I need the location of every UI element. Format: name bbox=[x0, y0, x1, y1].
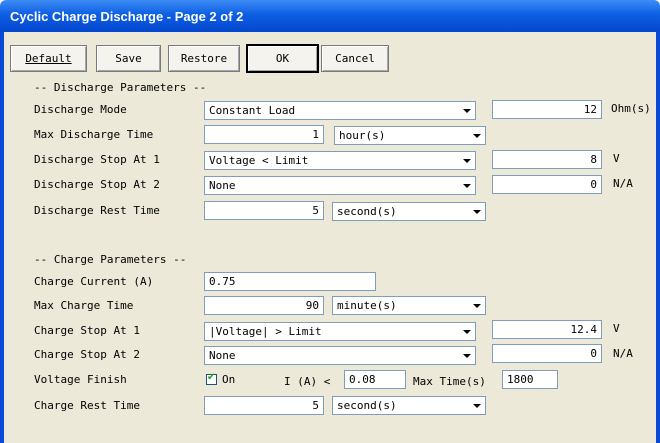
restore-button[interactable]: Restore bbox=[168, 45, 240, 72]
charge-stop1-select[interactable]: |Voltage| > Limit bbox=[204, 322, 476, 341]
charge-rest-unit-select[interactable]: second(s) bbox=[332, 396, 486, 415]
charge-rest-unit-value: second(s) bbox=[337, 399, 397, 412]
ok-button[interactable]: OK bbox=[247, 45, 318, 72]
finish-current-label: I (A) < bbox=[284, 375, 331, 388]
charge-current-label: Charge Current (A) bbox=[34, 275, 154, 288]
charge-stop1-unit: V bbox=[613, 322, 620, 335]
discharge-mode-param-input[interactable]: 12 bbox=[492, 100, 602, 119]
save-label: Save bbox=[115, 52, 142, 65]
charge-rest-time-label: Charge Rest Time bbox=[34, 399, 140, 412]
finish-current-input[interactable]: 0.08 bbox=[344, 370, 406, 389]
window-title: Cyclic Charge Discharge - Page 2 of 2 bbox=[10, 9, 244, 24]
discharge-stop1-value: Voltage < Limit bbox=[209, 154, 309, 167]
dropdown-arrow-icon[interactable] bbox=[459, 103, 474, 118]
discharge-stop1-unit: V bbox=[613, 152, 620, 165]
max-charge-time-input[interactable]: 90 bbox=[204, 296, 324, 315]
charge-current-input[interactable]: 0.75 bbox=[204, 272, 376, 291]
voltage-finish-checkbox-label: On bbox=[222, 373, 236, 386]
restore-label: Restore bbox=[180, 52, 228, 65]
discharge-stop2-unit: N/A bbox=[613, 177, 633, 190]
title-bar: Cyclic Charge Discharge - Page 2 of 2 bbox=[0, 0, 660, 32]
finish-max-time-input[interactable]: 1800 bbox=[502, 370, 558, 389]
discharge-rest-unit-value: second(s) bbox=[337, 205, 397, 218]
voltage-finish-label: Voltage Finish bbox=[34, 373, 127, 386]
max-charge-time-unit-select[interactable]: minute(s) bbox=[332, 296, 486, 315]
finish-max-time-label: Max Time(s) bbox=[413, 375, 486, 388]
discharge-stop2-select[interactable]: None bbox=[204, 176, 476, 195]
max-discharge-time-unit-select[interactable]: hour(s) bbox=[334, 126, 486, 145]
charge-stop1-param-input[interactable]: 12.4 bbox=[492, 320, 602, 339]
dropdown-arrow-icon[interactable] bbox=[459, 153, 474, 168]
dropdown-arrow-icon[interactable] bbox=[469, 398, 484, 413]
discharge-stop1-select[interactable]: Voltage < Limit bbox=[204, 151, 476, 170]
charge-stop1-label: Charge Stop At 1 bbox=[34, 324, 140, 337]
discharge-stop2-param-input[interactable]: 0 bbox=[492, 175, 602, 194]
discharge-stop2-label: Discharge Stop At 2 bbox=[34, 178, 160, 191]
charge-section-header: -- Charge Parameters -- bbox=[34, 253, 187, 266]
dropdown-arrow-icon[interactable] bbox=[459, 324, 474, 339]
discharge-rest-time-label: Discharge Rest Time bbox=[34, 204, 160, 217]
discharge-mode-label: Discharge Mode bbox=[34, 103, 127, 116]
discharge-mode-unit: Ohm(s) bbox=[611, 102, 651, 115]
charge-stop1-value: |Voltage| > Limit bbox=[209, 325, 322, 338]
charge-stop2-param-input[interactable]: 0 bbox=[492, 344, 602, 363]
default-button[interactable]: Default bbox=[10, 45, 87, 72]
max-discharge-time-unit-value: hour(s) bbox=[339, 129, 386, 142]
cancel-label: Cancel bbox=[335, 52, 375, 65]
dropdown-arrow-icon[interactable] bbox=[469, 128, 484, 143]
dropdown-arrow-icon[interactable] bbox=[469, 298, 484, 313]
discharge-mode-value: Constant Load bbox=[209, 104, 296, 117]
default-label: Default bbox=[25, 52, 72, 65]
ok-label: OK bbox=[275, 52, 290, 65]
charge-stop2-label: Charge Stop At 2 bbox=[34, 348, 140, 361]
discharge-stop1-label: Discharge Stop At 1 bbox=[34, 153, 160, 166]
dialog-window: Cyclic Charge Discharge - Page 2 of 2 De… bbox=[0, 0, 660, 443]
max-charge-time-unit-value: minute(s) bbox=[337, 299, 397, 312]
charge-stop2-value: None bbox=[209, 349, 236, 362]
discharge-rest-unit-select[interactable]: second(s) bbox=[332, 202, 486, 221]
discharge-mode-select[interactable]: Constant Load bbox=[204, 101, 476, 120]
max-charge-time-label: Max Charge Time bbox=[34, 299, 134, 312]
cancel-button[interactable]: Cancel bbox=[321, 45, 389, 72]
voltage-finish-checkbox[interactable] bbox=[206, 372, 217, 385]
discharge-stop2-value: None bbox=[209, 179, 236, 192]
charge-stop2-select[interactable]: None bbox=[204, 346, 476, 365]
dropdown-arrow-icon[interactable] bbox=[459, 178, 474, 193]
window-frame-right bbox=[656, 32, 660, 443]
dropdown-arrow-icon[interactable] bbox=[459, 348, 474, 363]
charge-stop2-unit: N/A bbox=[613, 347, 633, 360]
charge-rest-time-input[interactable]: 5 bbox=[204, 396, 324, 415]
discharge-rest-time-input[interactable]: 5 bbox=[204, 201, 324, 220]
save-button[interactable]: Save bbox=[96, 45, 161, 72]
max-discharge-time-label: Max Discharge Time bbox=[34, 128, 154, 141]
dropdown-arrow-icon[interactable] bbox=[469, 204, 484, 219]
max-discharge-time-input[interactable]: 1 bbox=[204, 125, 324, 144]
discharge-stop1-param-input[interactable]: 8 bbox=[492, 150, 602, 169]
discharge-section-header: -- Discharge Parameters -- bbox=[34, 81, 207, 94]
